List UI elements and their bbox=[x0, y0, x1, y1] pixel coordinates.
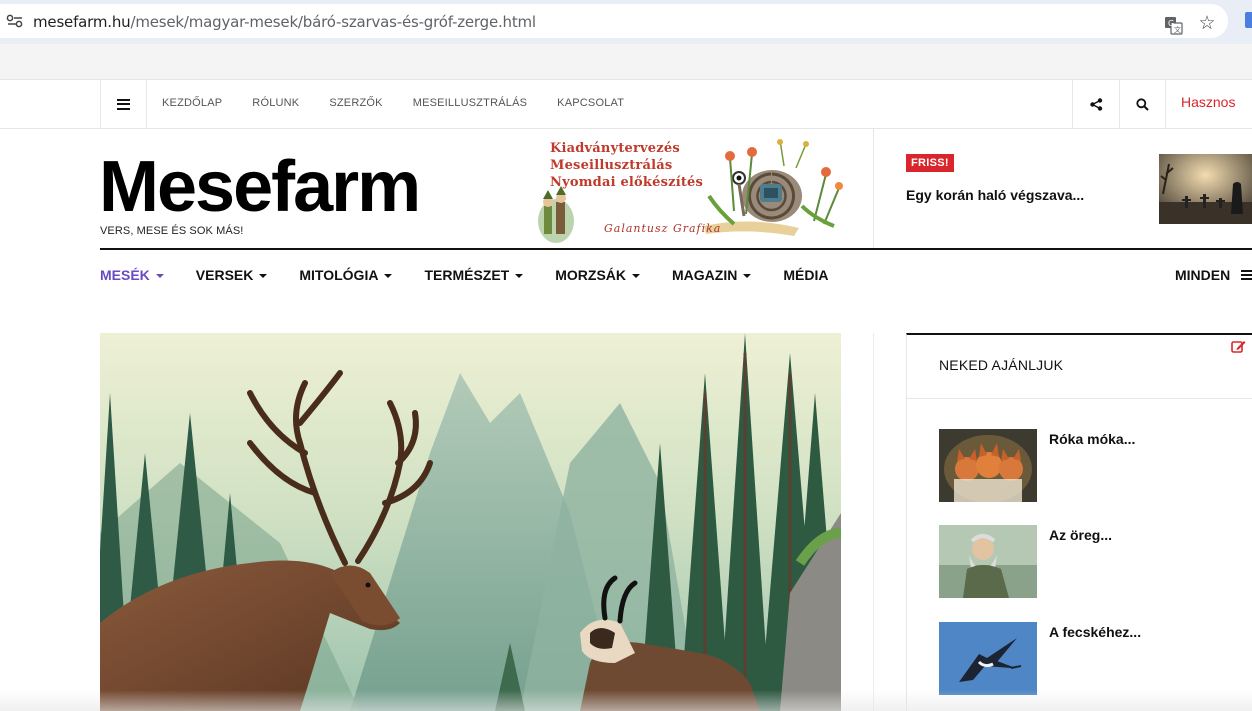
edit-icon[interactable] bbox=[1231, 339, 1246, 354]
svg-text:文: 文 bbox=[1174, 25, 1181, 34]
recommended-item[interactable]: Az öreg... bbox=[939, 525, 1249, 599]
url-path: /mesek/magyar-mesek/báró-szarvas-és-gróf… bbox=[130, 13, 536, 31]
recommended-item[interactable]: A fecskéhez... bbox=[939, 622, 1249, 696]
ad-banner[interactable]: Kiadványtervezés Meseillusztrálás Nyomda… bbox=[534, 136, 847, 246]
recommended-thumbnail bbox=[939, 429, 1037, 502]
recommended-widget: NEKED AJÁNLJUK Róka móka... Az öreg... A… bbox=[906, 333, 1252, 711]
top-navigation: KEZDŐLAP RÓLUNK SZERZŐK MESEILLUSZTRÁLÁS… bbox=[0, 80, 1252, 129]
site-settings-icon[interactable] bbox=[6, 14, 24, 28]
recommended-item[interactable]: Róka móka... bbox=[939, 429, 1249, 503]
top-link-szerzok[interactable]: SZERZŐK bbox=[329, 97, 382, 109]
top-link-rolunk[interactable]: RÓLUNK bbox=[252, 97, 299, 109]
nav-label: VERSEK bbox=[195, 267, 254, 283]
site-logo[interactable]: Mesefarm bbox=[99, 142, 421, 232]
caret-down-icon bbox=[515, 273, 524, 278]
nav-label: MÉDIA bbox=[783, 267, 829, 283]
main-navigation: MESÉK VERSEK MITOLÓGIA TERMÉSZET MORZSÁK… bbox=[100, 267, 860, 283]
url-host: mesefarm.hu bbox=[33, 13, 131, 31]
translate-icon[interactable]: G 文 bbox=[1164, 16, 1183, 35]
nav-versek[interactable]: VERSEK bbox=[196, 267, 268, 283]
top-link-kezdolap[interactable]: KEZDŐLAP bbox=[162, 97, 222, 109]
caret-down-icon bbox=[384, 273, 393, 278]
recommended-title[interactable]: Az öreg... bbox=[1049, 527, 1112, 543]
share-icon bbox=[1089, 97, 1102, 111]
top-link-kapcsolat[interactable]: KAPCSOLAT bbox=[557, 97, 624, 109]
minden-label: MINDEN bbox=[1175, 267, 1231, 283]
browser-toolbar: mesefarm.hu/mesek/magyar-mesek/báró-szar… bbox=[0, 0, 1252, 44]
search-button[interactable] bbox=[1120, 80, 1166, 128]
top-spacer bbox=[0, 44, 1252, 80]
bookmark-star-icon[interactable]: ☆ bbox=[1197, 14, 1217, 34]
nav-label: MAGAZIN bbox=[672, 267, 738, 283]
header-divider bbox=[100, 248, 1252, 250]
nav-morzsak[interactable]: MORZSÁK bbox=[555, 267, 641, 283]
header-separator bbox=[873, 129, 874, 248]
friss-thumbnail[interactable] bbox=[1159, 154, 1252, 224]
article-hero-image bbox=[100, 333, 841, 711]
nav-minden[interactable]: MINDEN bbox=[1175, 267, 1252, 283]
menu-icon bbox=[1241, 270, 1252, 280]
content-separator bbox=[873, 333, 874, 711]
site-tagline: VERS, MESE ÉS SOK MÁS! bbox=[100, 225, 244, 237]
friss-badge: FRISS! bbox=[906, 154, 954, 172]
nav-label: MORZSÁK bbox=[555, 267, 627, 283]
nav-label: TERMÉSZET bbox=[424, 267, 510, 283]
widget-divider bbox=[907, 398, 1252, 399]
url-text[interactable]: mesefarm.hu/mesek/magyar-mesek/báró-szar… bbox=[33, 13, 536, 31]
nav-termeszet[interactable]: TERMÉSZET bbox=[424, 267, 524, 283]
nav-magazin[interactable]: MAGAZIN bbox=[672, 267, 752, 283]
search-icon bbox=[1136, 97, 1149, 111]
nav-mitologia[interactable]: MITOLÓGIA bbox=[299, 267, 393, 283]
menu-icon bbox=[117, 98, 130, 110]
nav-media[interactable]: MÉDIA bbox=[783, 267, 828, 283]
address-bar[interactable]: mesefarm.hu/mesek/magyar-mesek/báró-szar… bbox=[0, 4, 1228, 38]
extension-icon[interactable] bbox=[1245, 12, 1252, 28]
recommended-title[interactable]: A fecskéhez... bbox=[1049, 624, 1141, 640]
nav-label: MESÉK bbox=[100, 267, 150, 283]
hasznos-link[interactable]: Hasznos bbox=[1181, 94, 1235, 110]
caret-down-icon bbox=[155, 273, 164, 278]
nav-meseck[interactable]: MESÉK bbox=[100, 267, 164, 283]
share-button[interactable] bbox=[1072, 80, 1120, 128]
caret-down-icon bbox=[632, 273, 641, 278]
top-link-meseillusztralas[interactable]: MESEILLUSZTRÁLÁS bbox=[413, 97, 527, 109]
top-links: KEZDŐLAP RÓLUNK SZERZŐK MESEILLUSZTRÁLÁS… bbox=[162, 97, 654, 109]
caret-down-icon bbox=[259, 273, 268, 278]
menu-button[interactable] bbox=[100, 80, 147, 128]
caret-down-icon bbox=[743, 273, 752, 278]
recommended-title[interactable]: Róka móka... bbox=[1049, 431, 1135, 447]
widget-title: NEKED AJÁNLJUK bbox=[939, 357, 1064, 373]
recommended-thumbnail bbox=[939, 622, 1037, 695]
nav-label: MITOLÓGIA bbox=[299, 267, 379, 283]
ad-signature: Galantusz Grafika bbox=[604, 222, 722, 235]
recommended-thumbnail bbox=[939, 525, 1037, 598]
friss-headline[interactable]: Egy korán haló végszava... bbox=[906, 187, 1084, 203]
